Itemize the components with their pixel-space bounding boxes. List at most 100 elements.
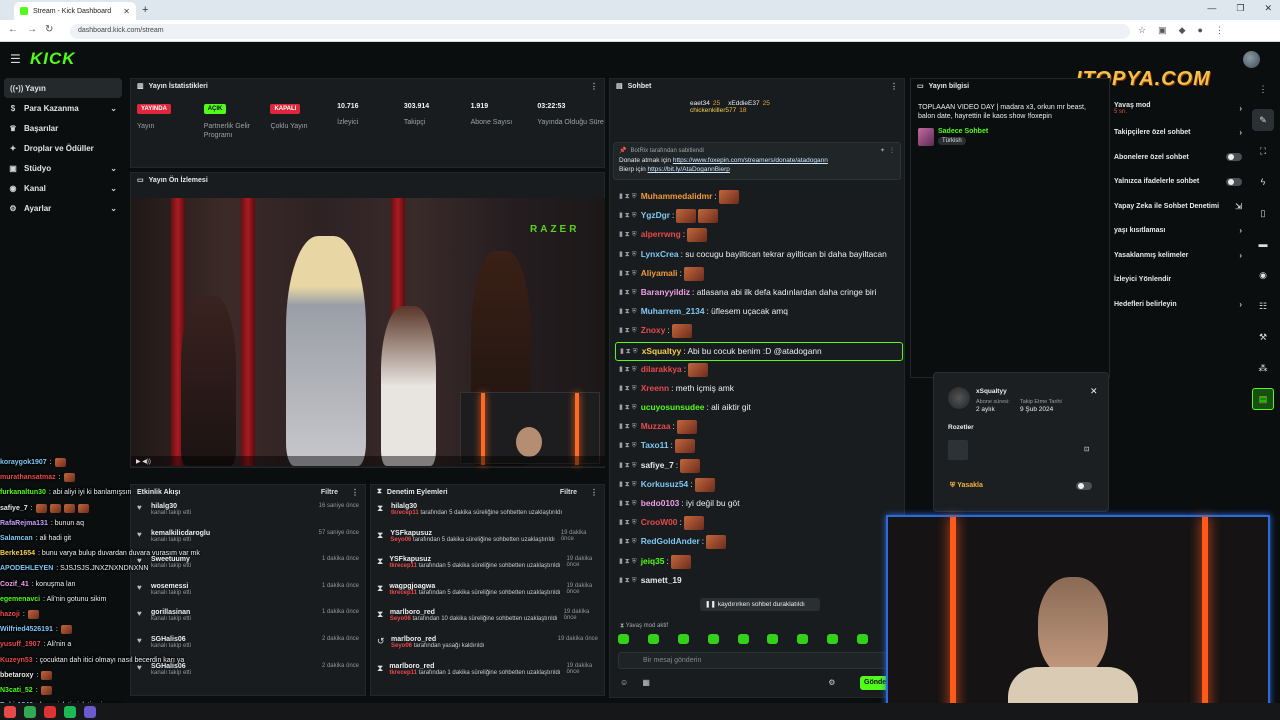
moderator-name[interactable]: tkrecep11 <box>389 563 417 569</box>
setting-item[interactable]: Yavaş mod 5 sn. › <box>1108 96 1248 121</box>
sidebar-item-0[interactable]: ((•)) Yayın <box>4 78 122 98</box>
stream-category[interactable]: Sadece Sohbet Türkish <box>918 128 988 146</box>
chat-username[interactable]: Muhammedalidmr <box>641 190 713 203</box>
sidebar-item-3[interactable]: ✦ Droplar ve Ödüller <box>0 138 126 158</box>
mod-actions-icon[interactable]: ▮ ⧗ ⛨ <box>619 535 637 548</box>
setting-item[interactable]: yaşı kısıtlaması › <box>1108 219 1248 244</box>
maximize-icon[interactable]: ❐ <box>1236 3 1244 14</box>
moderator-name[interactable]: tkrecep11 <box>389 590 417 596</box>
chat-username[interactable]: LynxCrea <box>641 248 679 261</box>
mod-actions-icon[interactable]: ▮ ⧗ ⛨ <box>619 190 637 203</box>
chat-username[interactable]: RedGoldAnder <box>641 535 700 548</box>
chat-username[interactable]: CrooW00 <box>641 516 678 529</box>
close-window-icon[interactable]: ✕ <box>1264 3 1272 14</box>
profile-icon[interactable]: ● <box>1198 25 1203 36</box>
moderation-target[interactable]: marlboro_red <box>390 609 558 616</box>
moderator-name[interactable]: Seyo06 <box>390 537 411 543</box>
ban-toggle[interactable] <box>1076 481 1092 490</box>
edit-icon[interactable]: ✎ <box>1252 109 1274 131</box>
app-icon[interactable] <box>44 705 56 718</box>
chevron-down-icon[interactable]: ⌄ <box>110 164 117 173</box>
forward-icon[interactable]: → <box>27 24 37 35</box>
leader-name[interactable]: xEddieE37 <box>728 100 759 107</box>
moderation-target[interactable]: marlboro_red <box>389 663 560 670</box>
mod-actions-icon[interactable]: ▮ ⧗ ⛨ <box>619 516 637 529</box>
reload-icon[interactable]: ↻ <box>45 24 53 35</box>
app-icon[interactable] <box>4 705 16 718</box>
mod-actions-icon[interactable]: ▮ ⧗ ⛨ <box>619 497 637 510</box>
toggle-switch[interactable] <box>1226 177 1242 186</box>
ban-row[interactable]: ⛨ Yasakla <box>950 478 1092 493</box>
moderator-name[interactable]: tkrecep11 <box>391 510 419 516</box>
mod-actions-icon[interactable]: ▮ ⧗ ⛨ <box>619 439 637 452</box>
layout-icon[interactable]: ☷ <box>1252 295 1274 317</box>
more-icon[interactable]: ⋮ <box>590 488 598 497</box>
more-icon[interactable]: ⋮ <box>890 82 898 91</box>
emote-picker-icon[interactable]: ☺ <box>620 678 628 687</box>
chevron-down-icon[interactable]: ⌄ <box>110 184 117 193</box>
chat-username[interactable]: YgzDgr <box>641 209 670 222</box>
chat-username[interactable]: ucuyosunsudee <box>641 401 705 414</box>
phone-icon[interactable]: ▯ <box>1252 202 1274 224</box>
setting-item[interactable]: Yasaklanmış kelimeler › <box>1108 243 1248 268</box>
chevron-down-icon[interactable]: ⌄ <box>110 104 117 113</box>
chat-username[interactable]: Korkusuz54 <box>641 478 688 491</box>
share-icon[interactable]: ⁂ <box>1252 357 1274 379</box>
mod-actions-icon[interactable]: ▮ ⧗ ⛨ <box>620 345 638 358</box>
hamburger-menu-icon[interactable]: ☰ <box>10 52 21 66</box>
sidebar-item-6[interactable]: ⚙ Ayarlar ⌄ <box>0 198 126 218</box>
mod-actions-icon[interactable]: ▮ ⧗ ⛨ <box>619 401 637 414</box>
emote[interactable] <box>737 634 749 644</box>
chat-username[interactable]: Xreenn <box>641 382 669 395</box>
pinned-message[interactable]: 📌 BotRix tarafından sabitlendi ✦ ⋮ Donat… <box>613 142 901 180</box>
moderation-filter-button[interactable]: Filtre <box>560 489 577 496</box>
emote[interactable] <box>677 634 689 644</box>
extension-icon[interactable]: ▣ <box>1158 25 1167 36</box>
chat-username[interactable]: bedo0103 <box>641 497 680 510</box>
extension-icon[interactable]: ◆ <box>1179 25 1186 36</box>
spotify-icon[interactable] <box>64 705 76 718</box>
emote[interactable] <box>797 634 809 644</box>
lock-icon[interactable]: ⊡ <box>1084 445 1089 453</box>
mod-actions-icon[interactable]: ▮ ⧗ ⛨ <box>619 420 637 433</box>
mod-actions-icon[interactable]: ▮ ⧗ ⛨ <box>619 209 637 222</box>
chat-username[interactable]: Taxo11 <box>641 439 669 452</box>
emote[interactable] <box>647 634 659 644</box>
kick-logo[interactable]: KICK <box>30 49 76 69</box>
leader-name[interactable]: chickenkiller577 <box>690 107 736 114</box>
url-field[interactable]: dashboard.kick.com/stream <box>70 24 1130 39</box>
mod-actions-icon[interactable]: ▮ ⧗ ⛨ <box>619 555 637 568</box>
chat-username[interactable]: Muharrem_2134 <box>641 305 705 318</box>
mod-actions-icon[interactable]: ▮ ⧗ ⛨ <box>619 574 637 587</box>
chat-username[interactable]: Baranyyildiz <box>641 286 690 299</box>
emote[interactable] <box>618 634 629 644</box>
moderator-name[interactable]: Seyo06 <box>390 616 411 622</box>
chat-input[interactable]: Bir mesaj gönderin <box>618 652 892 669</box>
app-icon[interactable] <box>84 705 96 718</box>
setting-item[interactable]: Yapay Zeka ile Sohbet Denetimi ⇲ <box>1108 194 1248 219</box>
chat-username[interactable]: dilarakkya <box>641 363 682 376</box>
sidebar-item-1[interactable]: $ Para Kazanma ⌄ <box>0 98 126 118</box>
browser-tab[interactable]: Stream - Kick Dashboard ✕ <box>14 2 136 20</box>
emote[interactable] <box>767 634 779 644</box>
category-name[interactable]: Sadece Sohbet <box>938 128 988 135</box>
close-tab-icon[interactable]: ✕ <box>123 7 130 16</box>
chat-bubble-icon[interactable]: ▬ <box>1252 233 1274 255</box>
mod-actions-icon[interactable]: ▮ ⧗ ⛨ <box>619 286 637 299</box>
moderation-target[interactable]: YSFkapusuz <box>390 530 554 537</box>
sidebar-item-2[interactable]: ♛ Başarılar <box>0 118 126 138</box>
close-icon[interactable]: ✕ <box>1090 386 1098 397</box>
settings-icon[interactable]: ⚙ <box>828 678 835 687</box>
bookmark-star-icon[interactable]: ☆ <box>1138 25 1146 36</box>
moderator-name[interactable]: Seyo06 <box>391 643 412 649</box>
mod-actions-icon[interactable]: ▮ ⧗ ⛨ <box>619 478 637 491</box>
mod-actions-icon[interactable]: ▮ ⧗ ⛨ <box>619 459 637 472</box>
bolt-icon[interactable]: ϟ <box>1252 171 1274 193</box>
minimize-icon[interactable]: — <box>1207 3 1216 14</box>
mod-actions-icon[interactable]: ▮ ⧗ ⛨ <box>619 382 637 395</box>
setting-item[interactable]: Takipçilere özel sohbet › <box>1108 121 1248 146</box>
moderation-target[interactable]: hilalg30 <box>391 503 562 510</box>
emote[interactable] <box>857 634 868 644</box>
new-tab-icon[interactable]: + <box>142 4 148 16</box>
chat-username[interactable]: Aliyamali <box>641 267 678 280</box>
